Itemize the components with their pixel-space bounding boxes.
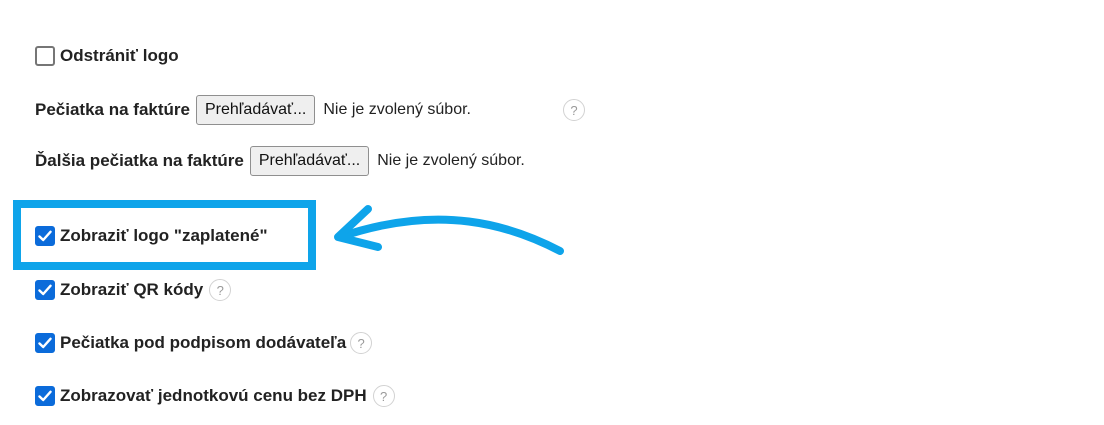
- stamp-under-signature-checkbox[interactable]: [35, 333, 55, 353]
- checkmark-icon: [38, 230, 52, 242]
- remove-logo-label[interactable]: Odstrániť logo: [60, 46, 179, 66]
- unit-price-without-vat-help-icon[interactable]: ?: [372, 385, 395, 407]
- show-qr-codes-checkbox[interactable]: [35, 280, 55, 300]
- unit-price-without-vat-label[interactable]: Zobrazovať jednotkovú cenu bez DPH: [60, 386, 367, 406]
- show-paid-logo-label[interactable]: Zobraziť logo "zaplatené": [60, 226, 268, 246]
- stamp-under-signature-row: Pečiatka pod podpisom dodávateľa ?: [35, 329, 373, 357]
- show-qr-codes-row: Zobraziť QR kódy ?: [35, 276, 232, 304]
- show-qr-codes-help-icon[interactable]: ?: [209, 279, 232, 301]
- stamp-under-signature-label[interactable]: Pečiatka pod podpisom dodávateľa: [60, 333, 346, 353]
- unit-price-without-vat-row: Zobrazovať jednotkovú cenu bez DPH ?: [35, 382, 395, 410]
- remove-logo-checkbox[interactable]: [35, 46, 55, 66]
- invoice-stamp-browse-button[interactable]: Prehľadávať...: [195, 95, 316, 125]
- invoice-stamp-row: Pečiatka na faktúre Prehľadávať... Nie j…: [35, 95, 471, 125]
- checkmark-icon: [38, 337, 52, 349]
- show-paid-logo-row: Zobraziť logo "zaplatené": [35, 222, 268, 250]
- extra-invoice-stamp-row: Ďalšia pečiatka na faktúre Prehľadávať..…: [35, 146, 525, 176]
- show-paid-logo-checkbox[interactable]: [35, 226, 55, 246]
- extra-invoice-stamp-file-status: Nie je zvolený súbor.: [377, 152, 525, 169]
- show-qr-codes-label[interactable]: Zobraziť QR kódy: [60, 280, 203, 300]
- invoice-stamp-label: Pečiatka na faktúre: [35, 100, 190, 119]
- checkmark-icon: [38, 284, 52, 296]
- invoice-stamp-file-status: Nie je zvolený súbor.: [323, 101, 471, 118]
- arrow-left-icon: [334, 205, 564, 255]
- invoice-stamp-help-icon[interactable]: ?: [563, 99, 585, 121]
- extra-invoice-stamp-browse-button[interactable]: Prehľadávať...: [249, 146, 370, 176]
- remove-logo-row: Odstrániť logo: [35, 42, 179, 70]
- settings-page: Odstrániť logo Pečiatka na faktúre Prehľ…: [0, 0, 1104, 425]
- unit-price-without-vat-checkbox[interactable]: [35, 386, 55, 406]
- stamp-under-signature-help-icon[interactable]: ?: [350, 332, 373, 354]
- extra-invoice-stamp-label: Ďalšia pečiatka na faktúre: [35, 151, 244, 170]
- checkmark-icon: [38, 390, 52, 402]
